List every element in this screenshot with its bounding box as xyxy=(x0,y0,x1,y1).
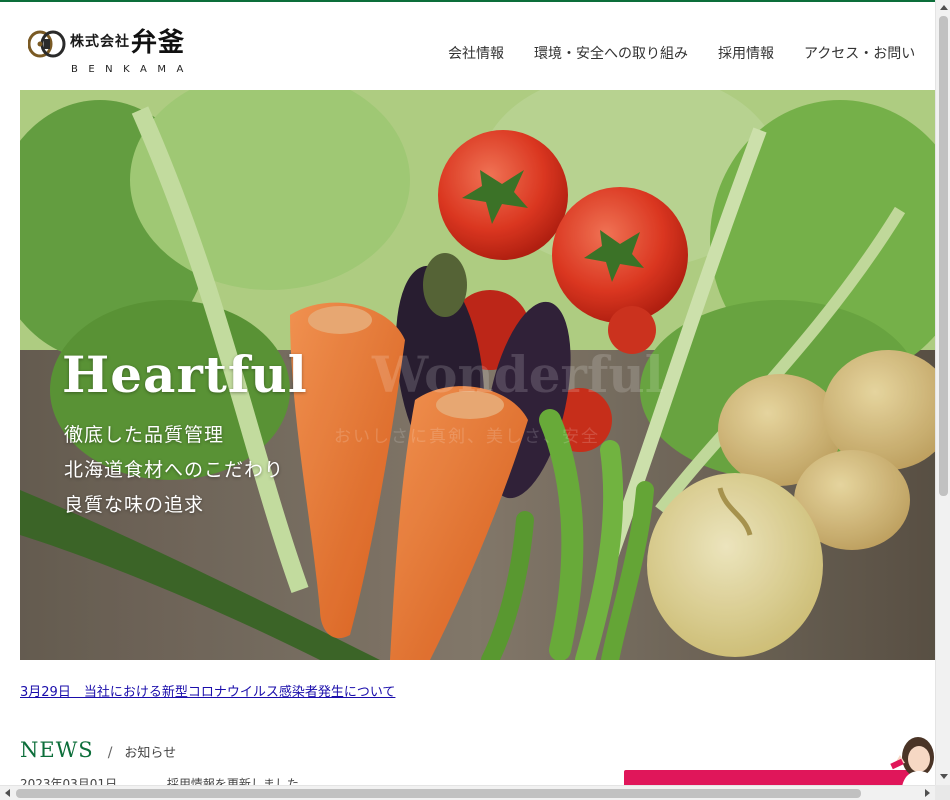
main-nav: 会社情報 環境・安全への取り組み 採用情報 アクセス・お問い xyxy=(448,43,945,63)
scroll-down-arrow-icon[interactable] xyxy=(940,774,948,779)
nav-recruit[interactable]: 採用情報 xyxy=(718,43,774,63)
scrollbar-corner xyxy=(935,785,950,800)
nav-company-info[interactable]: 会社情報 xyxy=(448,43,504,63)
nav-access-contact[interactable]: アクセス・お問い xyxy=(804,43,915,63)
benkama-logo-mark-icon xyxy=(28,30,66,58)
horizontal-scroll-thumb[interactable] xyxy=(16,789,861,798)
vertical-scrollbar[interactable] xyxy=(935,0,950,785)
news-divider: / xyxy=(107,745,113,761)
site-logo[interactable]: 株式会社 弁釜 BENKAMA xyxy=(28,28,193,76)
logo-sub-text: BENKAMA xyxy=(71,64,194,75)
staff-avatar-icon[interactable] xyxy=(888,735,935,787)
logo-name-text: 弁釜 xyxy=(131,28,186,58)
logo-company-text: 株式会社 xyxy=(70,34,130,50)
scroll-up-arrow-icon[interactable] xyxy=(940,5,948,10)
site-header: 株式会社 弁釜 BENKAMA 会社情報 環境・安全への取り組み 採用情報 アク… xyxy=(0,2,935,90)
vertical-scroll-thumb[interactable] xyxy=(939,16,948,496)
news-subtitle: お知らせ xyxy=(124,746,177,761)
nav-environment-safety[interactable]: 環境・安全への取り組み xyxy=(534,43,688,63)
horizontal-scrollbar[interactable] xyxy=(0,785,935,800)
scroll-right-arrow-icon[interactable] xyxy=(925,789,930,797)
news-heading: NEWS / お知らせ xyxy=(20,738,176,762)
covid-notice-link[interactable]: 3月29日 当社における新型コロナウイルス感染者発生について xyxy=(20,681,395,700)
hero-tagline-taste: 良質な味の追求 xyxy=(64,494,205,516)
hero-tagline-hokkaido: 北海道食材へのこだわり xyxy=(64,459,285,481)
hero-tagline-quality: 徹底した品質管理 xyxy=(64,424,225,446)
news-title: NEWS xyxy=(20,738,94,762)
scroll-left-arrow-icon[interactable] xyxy=(5,789,10,797)
hero-subtitle-ghost: おいしさに真剣、美しさ、安全 xyxy=(334,427,600,447)
hero-title: Heartful xyxy=(62,345,308,404)
hero-title-ghost: Wonderful xyxy=(372,345,664,404)
hero-tagline-list: 徹底した品質管理 北海道食材へのこだわり 良質な味の追求 xyxy=(64,420,284,525)
hero-banner: Wonderful Heartful おいしさに真剣、美しさ、安全 徹底した品質… xyxy=(20,90,935,660)
